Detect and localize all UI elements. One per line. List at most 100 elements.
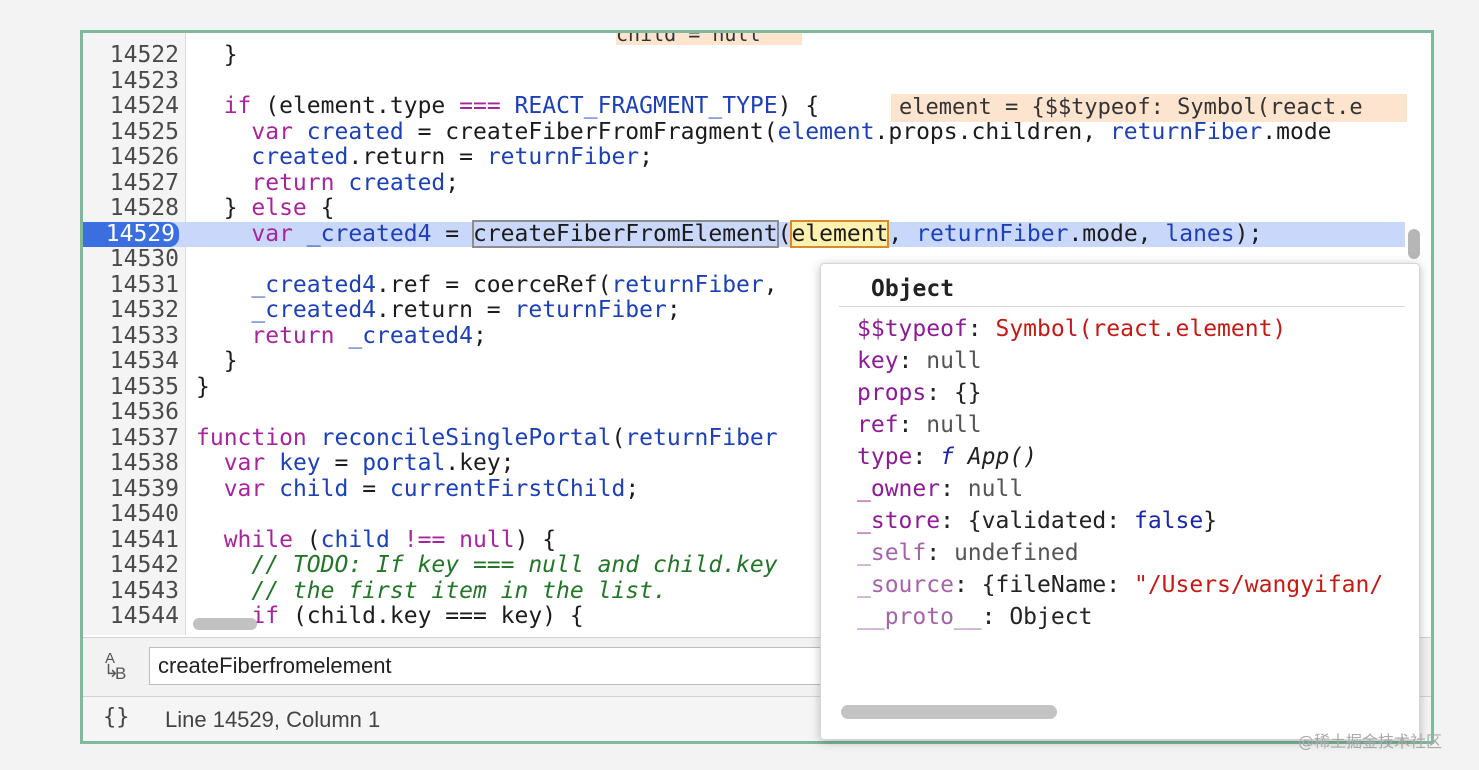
code-text: var created = createFiberFromFragment(el… bbox=[196, 118, 1331, 145]
object-preview-popover[interactable]: Object $$typeof: Symbol(react.element) ke… bbox=[820, 263, 1420, 740]
code-line[interactable]: 14522 } bbox=[83, 43, 1405, 68]
property-value: App() bbox=[967, 444, 1038, 470]
current-code-line[interactable]: 14529 var _created4 = createFiberFromEle… bbox=[83, 219, 1405, 248]
code-token: returnFiber bbox=[625, 424, 778, 451]
code-token: ; bbox=[666, 297, 681, 323]
code-token: returnFiber bbox=[611, 271, 764, 298]
code-text: } else { bbox=[196, 195, 335, 221]
code-line[interactable]: 14528 } else { bbox=[83, 196, 1405, 221]
code-line[interactable]: 14527 return created; bbox=[83, 169, 1405, 196]
line-number[interactable]: 14543 bbox=[83, 578, 179, 604]
property-key: $$typeof bbox=[857, 316, 968, 342]
line-number[interactable]: 14542 bbox=[83, 553, 179, 578]
code-token: reconcileSinglePortal bbox=[320, 424, 612, 451]
code-token: = createFiberFromFragment( bbox=[403, 118, 778, 145]
line-number[interactable]: 14541 bbox=[83, 527, 179, 553]
line-number[interactable]: 14534 bbox=[83, 349, 179, 374]
line-number[interactable]: 14535 bbox=[83, 374, 179, 400]
horizontal-scrollbar[interactable] bbox=[193, 618, 257, 630]
property-key: _owner bbox=[857, 476, 941, 502]
code-token: ) { bbox=[514, 526, 557, 553]
code-token: created bbox=[251, 144, 349, 170]
code-token: (child.key === key) { bbox=[279, 603, 584, 629]
code-token: === bbox=[459, 93, 501, 119]
object-property-type[interactable]: ▶type: f App() bbox=[857, 442, 1417, 472]
object-property-store[interactable]: ▶_store: {validated: false} bbox=[857, 506, 1417, 536]
code-token: returnFiber bbox=[1109, 118, 1263, 145]
hovered-token[interactable]: element bbox=[790, 219, 890, 248]
line-number[interactable]: 14523 bbox=[83, 68, 179, 94]
vertical-scrollbar[interactable] bbox=[1408, 229, 1420, 259]
line-number[interactable]: 14530 bbox=[83, 247, 179, 272]
line-number[interactable]: 14524 bbox=[83, 94, 179, 119]
property-colon: : bbox=[926, 540, 954, 566]
line-number[interactable]: 14528 bbox=[83, 196, 179, 221]
code-text: var key = portal.key; bbox=[196, 451, 515, 476]
line-number[interactable]: 14536 bbox=[83, 400, 179, 425]
code-token: = bbox=[320, 450, 363, 476]
property-colon: : bbox=[940, 508, 968, 534]
code-token: return bbox=[251, 169, 335, 196]
code-token: var bbox=[223, 450, 266, 476]
object-property-source[interactable]: ▶_source: {fileName: "/Users/wangyifan/ bbox=[857, 570, 1417, 600]
code-text: return created; bbox=[196, 169, 459, 196]
line-number[interactable]: 14538 bbox=[83, 451, 179, 476]
code-line[interactable]: 14526 created.return = returnFiber; bbox=[83, 145, 1405, 170]
code-token: ( bbox=[292, 526, 321, 553]
property-key: _self bbox=[857, 540, 927, 566]
code-token: portal bbox=[362, 450, 446, 476]
watermark: @稀土掘金技术社区 bbox=[1298, 732, 1443, 751]
object-property-owner: _owner: null bbox=[857, 474, 1417, 504]
property-value: false bbox=[1133, 508, 1204, 534]
property-colon: : bbox=[898, 348, 927, 374]
line-number[interactable]: 14532 bbox=[83, 298, 179, 323]
line-number[interactable]: 14533 bbox=[83, 323, 179, 349]
line-number[interactable]: 14527 bbox=[83, 170, 179, 196]
match-case-icon[interactable]: A ↳ B bbox=[101, 650, 135, 684]
object-property-props[interactable]: ▶props: {} bbox=[857, 378, 1417, 408]
line-number[interactable]: 14526 bbox=[83, 145, 179, 170]
line-number[interactable]: 14537 bbox=[83, 425, 179, 451]
code-token: ( bbox=[777, 220, 792, 247]
line-number[interactable]: 14539 bbox=[83, 476, 179, 502]
code-token: = bbox=[348, 475, 390, 502]
code-line[interactable]: 14523 bbox=[83, 68, 1405, 94]
line-number[interactable]: 14544 bbox=[83, 604, 179, 629]
line-number[interactable]: 14522 bbox=[83, 43, 179, 68]
property-value: undefined bbox=[953, 540, 1079, 566]
code-token: !== bbox=[403, 526, 446, 553]
property-value: {fileName: bbox=[981, 572, 1134, 598]
code-token: child bbox=[279, 475, 349, 502]
code-token: { bbox=[306, 195, 335, 221]
code-line[interactable]: 14525 var created = createFiberFromFragm… bbox=[83, 118, 1405, 145]
line-number[interactable]: 14525 bbox=[83, 119, 179, 145]
search-input[interactable] bbox=[149, 647, 849, 685]
code-token: .key; bbox=[445, 450, 515, 476]
pretty-print-icon[interactable]: {} bbox=[103, 705, 130, 730]
line-number[interactable]: 14531 bbox=[83, 272, 179, 298]
line-number[interactable]: 14540 bbox=[83, 502, 179, 527]
popover-horizontal-scrollbar[interactable] bbox=[841, 705, 1057, 719]
code-token: .ref = coerceRef( bbox=[376, 271, 612, 298]
property-key: key bbox=[857, 348, 899, 374]
code-token: created bbox=[306, 118, 404, 145]
highlighted-token[interactable]: createFiberFromElement bbox=[471, 219, 779, 248]
object-property-proto[interactable]: ▶__proto__: Object bbox=[857, 602, 1417, 632]
code-token: .props.children, bbox=[874, 118, 1110, 145]
line-number[interactable]: 14529 bbox=[83, 221, 179, 247]
code-token: , bbox=[763, 271, 792, 298]
code-token: ; bbox=[472, 322, 487, 349]
